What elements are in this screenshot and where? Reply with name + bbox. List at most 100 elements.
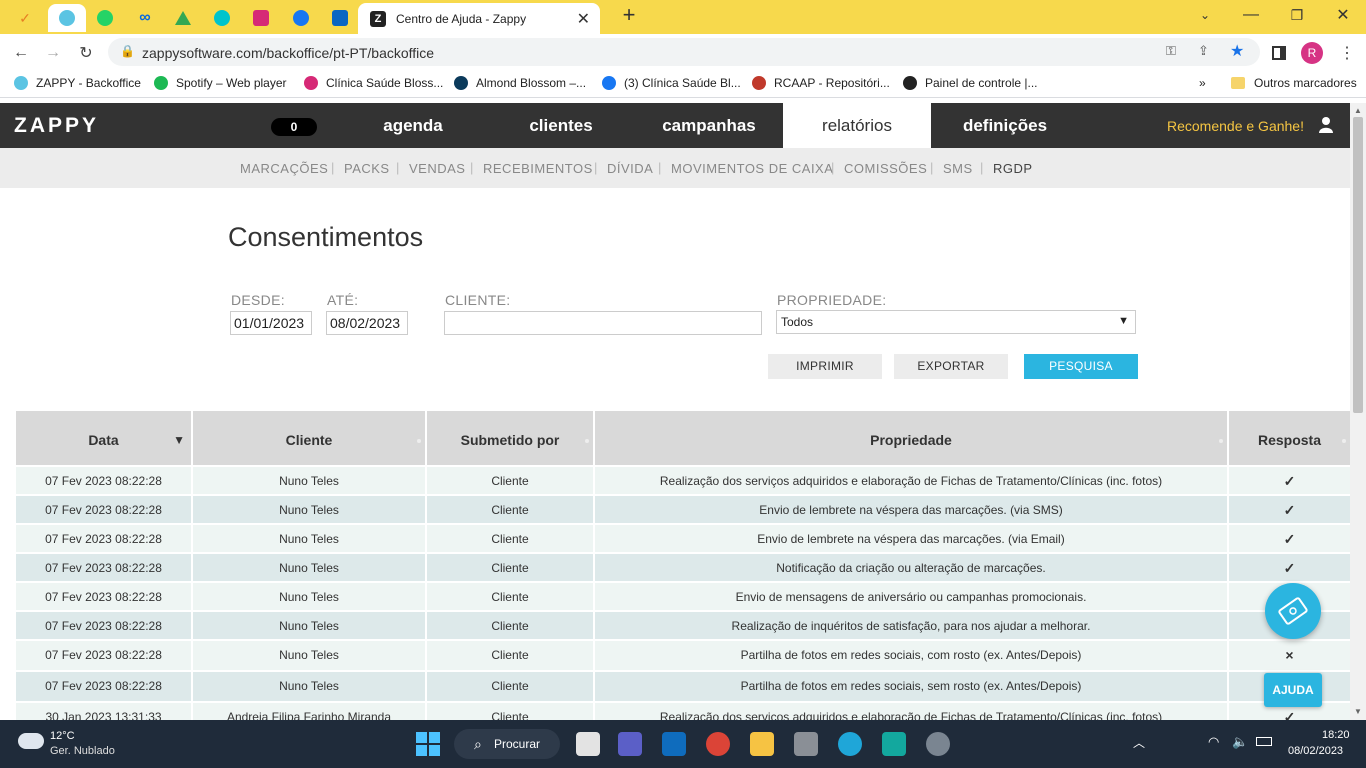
close-window-button[interactable]: ✕ xyxy=(1320,0,1366,30)
submenu-rgdp[interactable]: RGDP xyxy=(993,161,1033,176)
bookmark-item[interactable]: ZAPPY - Backoffice xyxy=(14,76,141,90)
clock-date[interactable]: 08/02/2023 xyxy=(1288,745,1343,757)
zappy-logo[interactable]: ZAPPY xyxy=(14,114,99,138)
column-header-cliente[interactable]: Cliente xyxy=(193,411,427,465)
cliente-input[interactable] xyxy=(444,311,762,335)
table-row[interactable]: 07 Fev 2023 08:22:28 Nuno Teles Cliente Env… xyxy=(16,523,1350,554)
bookmark-item[interactable]: RCAAP - Repositóri... xyxy=(752,76,890,90)
forward-button[interactable]: → xyxy=(40,40,66,66)
tab-instagram[interactable] xyxy=(242,4,280,32)
bookmark-item[interactable]: Almond Blossom –... xyxy=(454,76,586,90)
reload-button[interactable]: ↻ xyxy=(73,40,99,66)
submenu-movimentos-caixa[interactable]: MOVIMENTOS DE CAIXA xyxy=(671,161,833,176)
tab-whatsapp[interactable] xyxy=(86,4,124,32)
bookmark-item[interactable]: (3) Clínica Saúde Bl... xyxy=(602,76,741,90)
submenu-recebimentos[interactable]: RECEBIMENTOS xyxy=(483,161,593,176)
floating-offer-button[interactable] xyxy=(1265,583,1321,639)
back-button[interactable]: ← xyxy=(8,40,34,66)
tab-zappy[interactable] xyxy=(48,4,86,32)
store-icon[interactable] xyxy=(882,732,906,756)
submenu-sms[interactable]: SMS xyxy=(943,161,973,176)
table-row[interactable]: 07 Fev 2023 08:22:28 Nuno Teles Cliente Par… xyxy=(16,639,1350,670)
tab-linkedin[interactable] xyxy=(321,4,359,32)
settings-gear-icon[interactable] xyxy=(926,732,950,756)
side-panel-button[interactable] xyxy=(1266,40,1292,66)
address-bar[interactable]: 🔒 zappysoftware.com/backoffice/pt-PT/bac… xyxy=(108,38,1260,66)
table-row[interactable]: 07 Fev 2023 08:22:28 Nuno Teles Cliente Rea… xyxy=(16,465,1350,496)
column-header-resposta[interactable]: Resposta xyxy=(1229,411,1350,465)
submenu-vendas[interactable]: VENDAS xyxy=(409,161,465,176)
submenu-packs[interactable]: PACKS xyxy=(344,161,390,176)
bookmark-item[interactable]: Painel de controle |... xyxy=(903,76,1038,90)
network-icon[interactable]: ◠ xyxy=(1208,734,1219,750)
chrome-menu-button[interactable]: ⋮ xyxy=(1334,40,1360,66)
propriedade-select[interactable]: Todos ▼ xyxy=(776,310,1136,334)
menu-campanhas[interactable]: campanhas xyxy=(650,103,768,148)
new-tab-button[interactable]: + xyxy=(606,0,652,30)
menu-relatorios[interactable]: relatórios xyxy=(783,103,931,148)
exportar-button[interactable]: EXPORTAR xyxy=(894,354,1008,379)
ate-date-input[interactable] xyxy=(326,311,408,335)
weather-description[interactable]: Ger. Nublado xyxy=(50,745,115,757)
profile-button[interactable]: R xyxy=(1299,40,1325,66)
chrome-icon[interactable] xyxy=(706,732,730,756)
table-row[interactable]: 07 Fev 2023 08:22:28 Nuno Teles Cliente Env… xyxy=(16,494,1350,525)
bookmark-item[interactable]: Spotify – Web player xyxy=(154,76,287,90)
column-header-submetido[interactable]: Submetido por xyxy=(427,411,595,465)
desde-date-input[interactable] xyxy=(230,311,312,335)
menu-definicoes[interactable]: definições xyxy=(950,103,1060,148)
tab-drive[interactable] xyxy=(164,4,202,32)
table-row[interactable]: 07 Fev 2023 08:22:28 Nuno Teles Cliente Env… xyxy=(16,581,1350,612)
chevron-up-icon[interactable]: ︿ xyxy=(1133,734,1145,751)
teams-icon[interactable] xyxy=(618,732,642,756)
edge-icon[interactable] xyxy=(838,732,862,756)
column-header-data[interactable]: Data ▼ xyxy=(16,411,193,465)
notification-counter[interactable]: 0 xyxy=(271,118,317,136)
tab-zappy-bird[interactable]: ✓ xyxy=(6,4,44,32)
taskbar-search[interactable]: ⌕ Procurar xyxy=(454,729,560,759)
task-view-icon[interactable] xyxy=(576,732,600,756)
star-icon[interactable]: ★ xyxy=(1230,41,1244,61)
windows-start-icon[interactable] xyxy=(416,732,440,756)
share-icon[interactable]: ⇪ xyxy=(1198,43,1209,59)
close-icon: ✕ xyxy=(1336,7,1350,24)
submenu-comissoes[interactable]: COMISSÕES xyxy=(844,161,927,176)
more-bookmarks-button[interactable]: » xyxy=(1199,76,1206,90)
submenu-marcacoes[interactable]: MARCAÇÕES xyxy=(240,161,328,176)
table-row[interactable]: 07 Fev 2023 08:22:28 Nuno Teles Cliente Not… xyxy=(16,552,1350,583)
weather-cloud-icon[interactable] xyxy=(18,733,44,749)
scroll-thumb[interactable] xyxy=(1353,117,1363,413)
tab-search-button[interactable]: ⌄ xyxy=(1182,0,1228,30)
menu-clientes[interactable]: clientes xyxy=(506,103,616,148)
outlook-icon[interactable] xyxy=(662,732,686,756)
tab-meta[interactable]: ∞ xyxy=(126,4,164,32)
bookmark-item[interactable]: Clínica Saúde Bloss... xyxy=(304,76,443,90)
scroll-down-icon[interactable]: ▼ xyxy=(1354,707,1362,716)
close-tab-icon[interactable]: ✕ xyxy=(577,9,590,29)
table-row[interactable]: 07 Fev 2023 08:22:28 Nuno Teles Cliente Par… xyxy=(16,670,1350,701)
pesquisa-button[interactable]: PESQUISA xyxy=(1024,354,1138,379)
active-browser-tab[interactable]: Z Centro de Ajuda - Zappy ✕ xyxy=(358,3,600,34)
restore-button[interactable]: ❐ xyxy=(1274,0,1320,30)
column-header-propriedade[interactable]: Propriedade xyxy=(595,411,1229,465)
tab-facebook[interactable] xyxy=(282,4,320,32)
table-row[interactable]: 07 Fev 2023 08:22:28 Nuno Teles Cliente Rea… xyxy=(16,610,1350,641)
volume-icon[interactable]: 🔈 xyxy=(1232,734,1248,750)
key-icon[interactable]: ⚿ xyxy=(1166,43,1176,59)
battery-icon[interactable] xyxy=(1256,737,1272,746)
menu-agenda[interactable]: agenda xyxy=(360,103,466,148)
minimize-button[interactable]: — xyxy=(1228,0,1274,30)
recommend-link[interactable]: Recomende e Ganhe! xyxy=(1167,118,1304,134)
weather-temperature[interactable]: 12°C xyxy=(50,730,75,742)
imprimir-button[interactable]: IMPRIMIR xyxy=(768,354,882,379)
file-explorer-icon[interactable] xyxy=(750,732,774,756)
help-button[interactable]: AJUDA xyxy=(1264,673,1322,707)
clock-time[interactable]: 18:20 xyxy=(1322,729,1350,741)
user-icon[interactable] xyxy=(1316,115,1336,135)
submenu-divida[interactable]: DÍVIDA xyxy=(607,161,653,176)
calculator-icon[interactable] xyxy=(794,732,818,756)
tab-canva[interactable] xyxy=(203,4,241,32)
other-bookmarks-folder[interactable]: Outros marcadores xyxy=(1231,76,1357,90)
scroll-up-icon[interactable]: ▲ xyxy=(1354,106,1362,115)
page-scrollbar[interactable]: ▲ ▼ xyxy=(1350,103,1366,720)
